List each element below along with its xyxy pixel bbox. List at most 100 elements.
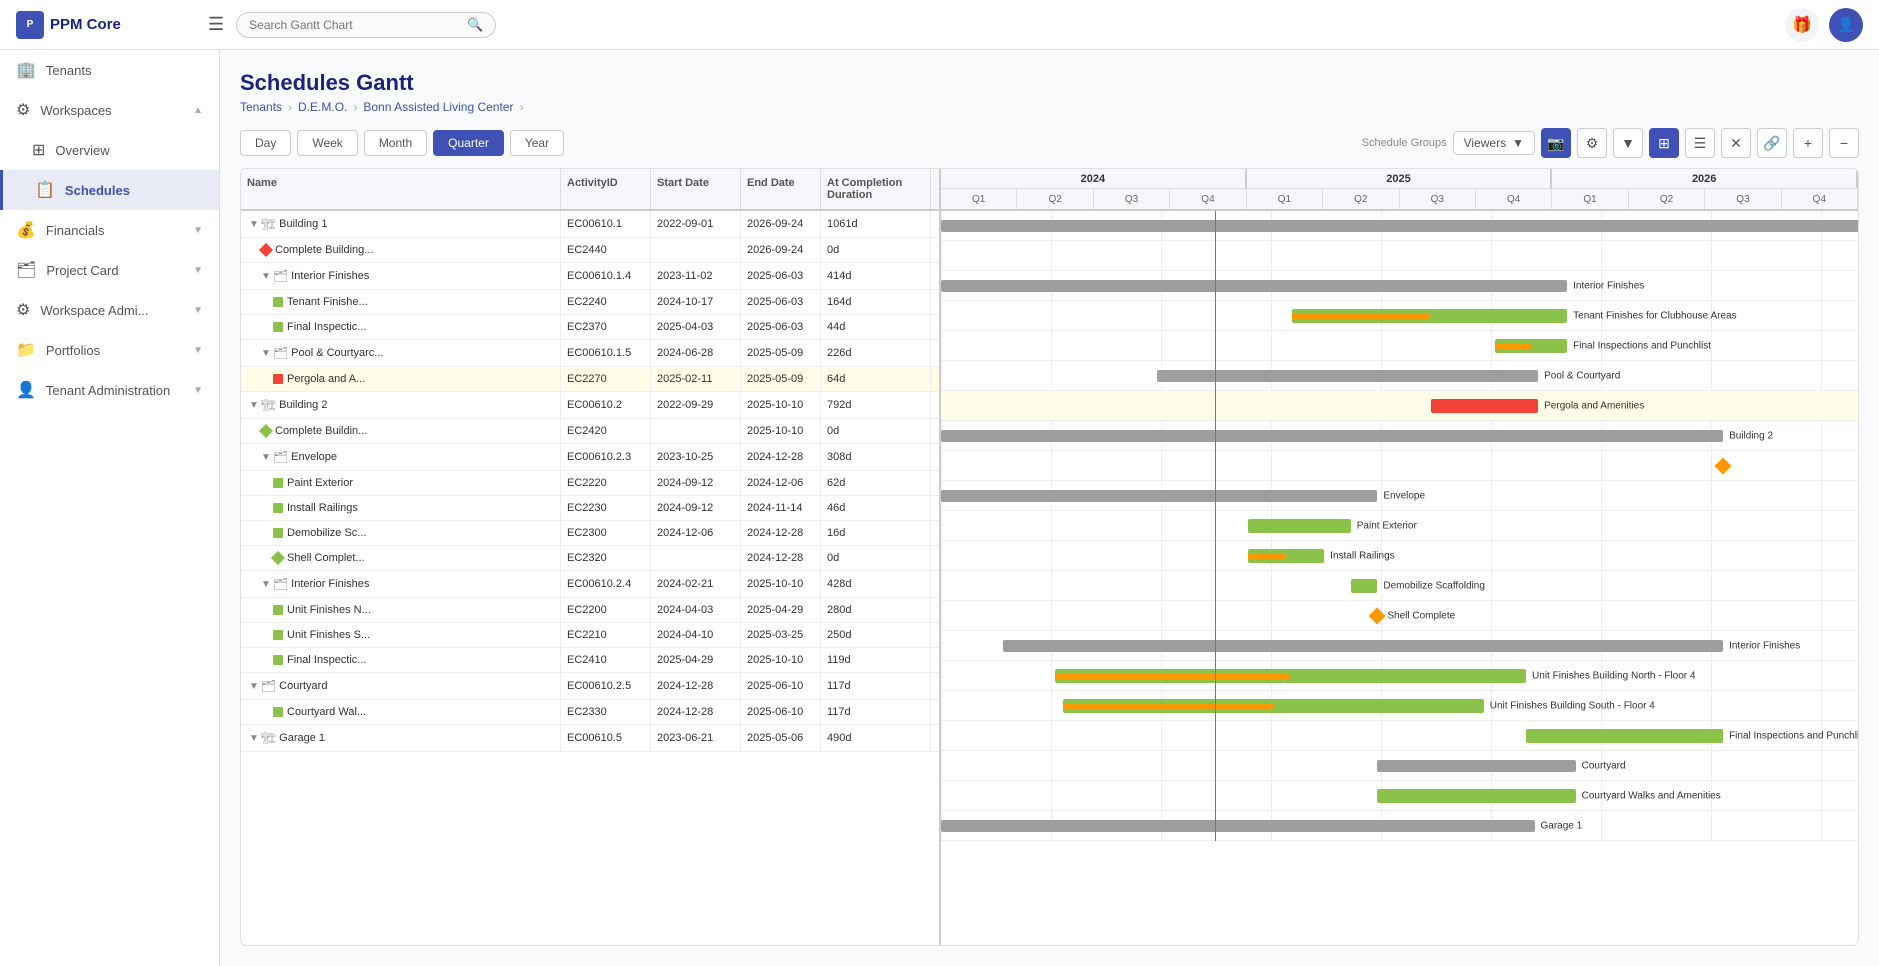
week-button[interactable]: Week: [297, 130, 357, 156]
help-icon-button[interactable]: 🎁: [1785, 8, 1819, 42]
chart-row: Unit Finishes Building North - Floor 4: [941, 661, 1858, 691]
year-row: 202420252026: [941, 169, 1858, 189]
chart-row: [941, 241, 1858, 271]
close-icon-button[interactable]: ✕: [1721, 128, 1751, 158]
sidebar-item-project-card[interactable]: 🗂 Project Card ▼: [0, 250, 219, 290]
duration-cell: 64d: [821, 367, 931, 391]
end-date-cell: 2025-10-10: [741, 571, 821, 597]
quarter-label: Q4: [1476, 189, 1552, 209]
list-icon-button[interactable]: ☰: [1685, 128, 1715, 158]
quarter-label: Q3: [1705, 189, 1781, 209]
task-bar-icon: [273, 322, 283, 332]
table-row: Unit Finishes N... EC2200 2024-04-03 202…: [241, 598, 939, 623]
duration-cell: 414d: [821, 263, 931, 289]
activity-id-cell: EC00610.2.5: [561, 673, 651, 699]
filter-icon-button[interactable]: ▼: [1613, 128, 1643, 158]
hamburger-button[interactable]: ☰: [208, 14, 224, 35]
start-date-cell: 2024-12-06: [651, 521, 741, 545]
link-icon-button[interactable]: 🔗: [1757, 128, 1787, 158]
quarter-button[interactable]: Quarter: [433, 130, 504, 156]
activity-id-cell: EC2410: [561, 648, 651, 672]
sidebar-item-schedules[interactable]: 📋 Schedules: [0, 170, 219, 210]
start-date-cell: [651, 419, 741, 443]
sidebar-item-workspace-admin[interactable]: ⚙ Workspace Admi... ▼: [0, 290, 219, 330]
milestone-icon: [259, 424, 273, 438]
breadcrumb-project[interactable]: Bonn Assisted Living Center: [363, 100, 513, 114]
collapse-button[interactable]: ▼: [261, 271, 271, 282]
end-date-cell: 2026-09-24: [741, 211, 821, 237]
user-avatar[interactable]: 👤: [1829, 8, 1863, 42]
start-date-cell: 2023-10-25: [651, 444, 741, 470]
end-date-cell: 2025-05-09: [741, 340, 821, 366]
sidebar-item-tenants[interactable]: 🏢 Tenants: [0, 50, 219, 90]
sidebar-item-label: Schedules: [65, 183, 130, 198]
task-name-cell: Complete Building...: [241, 238, 561, 262]
task-bar-icon: [273, 630, 283, 640]
activity-id-cell: EC00610.1.4: [561, 263, 651, 289]
sidebar-item-overview[interactable]: ⊞ Overview: [0, 130, 219, 170]
breadcrumb-demo[interactable]: D.E.M.O.: [298, 100, 347, 114]
sidebar: 🏢 Tenants ⚙ Workspaces ▲ ⊞ Overview 📋 Sc…: [0, 50, 220, 966]
collapse-button[interactable]: ▼: [249, 733, 259, 744]
gantt-bar: [1526, 729, 1723, 743]
chart-row: Interior Finishes: [941, 631, 1858, 661]
collapse-button[interactable]: ▼: [249, 400, 259, 411]
sidebar-item-tenant-admin[interactable]: 👤 Tenant Administration ▼: [0, 370, 219, 410]
viewers-dropdown[interactable]: Viewers ▼: [1453, 131, 1535, 155]
collapse-button[interactable]: ▼: [261, 348, 271, 359]
sidebar-item-portfolios[interactable]: 📁 Portfolios ▼: [0, 330, 219, 370]
folder-icon: 🗂: [273, 450, 288, 464]
sidebar-item-label: Overview: [55, 143, 109, 158]
sidebar-item-label: Tenant Administration: [46, 383, 170, 398]
day-button[interactable]: Day: [240, 130, 291, 156]
table-row: Tenant Finishe... EC2240 2024-10-17 2025…: [241, 290, 939, 315]
camera-icon-button[interactable]: 📷: [1541, 128, 1571, 158]
duration-cell: 0d: [821, 546, 931, 570]
start-date-cell: 2024-09-12: [651, 496, 741, 520]
month-button[interactable]: Month: [364, 130, 427, 156]
activity-id-cell: EC2370: [561, 315, 651, 339]
activity-id-cell: EC2270: [561, 367, 651, 391]
activity-id-cell: EC2420: [561, 419, 651, 443]
activity-id-cell: EC2200: [561, 598, 651, 622]
grid-icon-button[interactable]: ⊞: [1649, 128, 1679, 158]
collapse-button[interactable]: ▼: [261, 579, 271, 590]
chart-row: Building 2: [941, 421, 1858, 451]
task-name-cell: ▼ 🗂 Pool & Courtyarc...: [241, 340, 561, 366]
end-date-cell: 2024-12-28: [741, 546, 821, 570]
end-date-cell: 2025-10-10: [741, 419, 821, 443]
task-name-cell: ▼ 🗂 Envelope: [241, 444, 561, 470]
collapse-button[interactable]: ▼: [249, 681, 259, 692]
chevron-down-icon: ▼: [193, 225, 203, 236]
col-end: End Date: [741, 169, 821, 209]
viewers-chevron-icon: ▼: [1512, 136, 1524, 150]
year-label: 2024: [941, 169, 1247, 188]
bar-label: Demobilize Scaffolding: [1383, 580, 1485, 591]
sidebar-item-financials[interactable]: 💰 Financials ▼: [0, 210, 219, 250]
duration-cell: 117d: [821, 673, 931, 699]
end-date-cell: 2025-05-09: [741, 367, 821, 391]
chart-row: Final Inspections and Punchlist: [941, 331, 1858, 361]
schedules-icon: 📋: [35, 180, 55, 200]
task-name-label: Courtyard Wal...: [287, 706, 366, 718]
minus-icon-button[interactable]: −: [1829, 128, 1859, 158]
sidebar-item-workspaces[interactable]: ⚙ Workspaces ▲: [0, 90, 219, 130]
breadcrumb-tenants[interactable]: Tenants: [240, 100, 282, 114]
add-icon-button[interactable]: +: [1793, 128, 1823, 158]
settings-icon-button[interactable]: ⚙: [1577, 128, 1607, 158]
collapse-button[interactable]: ▼: [249, 219, 259, 230]
year-button[interactable]: Year: [510, 130, 564, 156]
task-name-cell: Install Railings: [241, 496, 561, 520]
bar-label: Shell Complete: [1387, 610, 1455, 621]
duration-cell: 250d: [821, 623, 931, 647]
end-date-cell: 2025-04-29: [741, 598, 821, 622]
duration-cell: 119d: [821, 648, 931, 672]
collapse-button[interactable]: ▼: [261, 452, 271, 463]
gantt-bar: [1003, 640, 1723, 652]
activity-id-cell: EC2330: [561, 700, 651, 724]
quarter-label: Q1: [941, 189, 1017, 209]
quarter-label: Q1: [1552, 189, 1628, 209]
duration-cell: 0d: [821, 238, 931, 262]
search-input[interactable]: [249, 18, 461, 32]
sidebar-item-label: Tenants: [46, 63, 92, 78]
